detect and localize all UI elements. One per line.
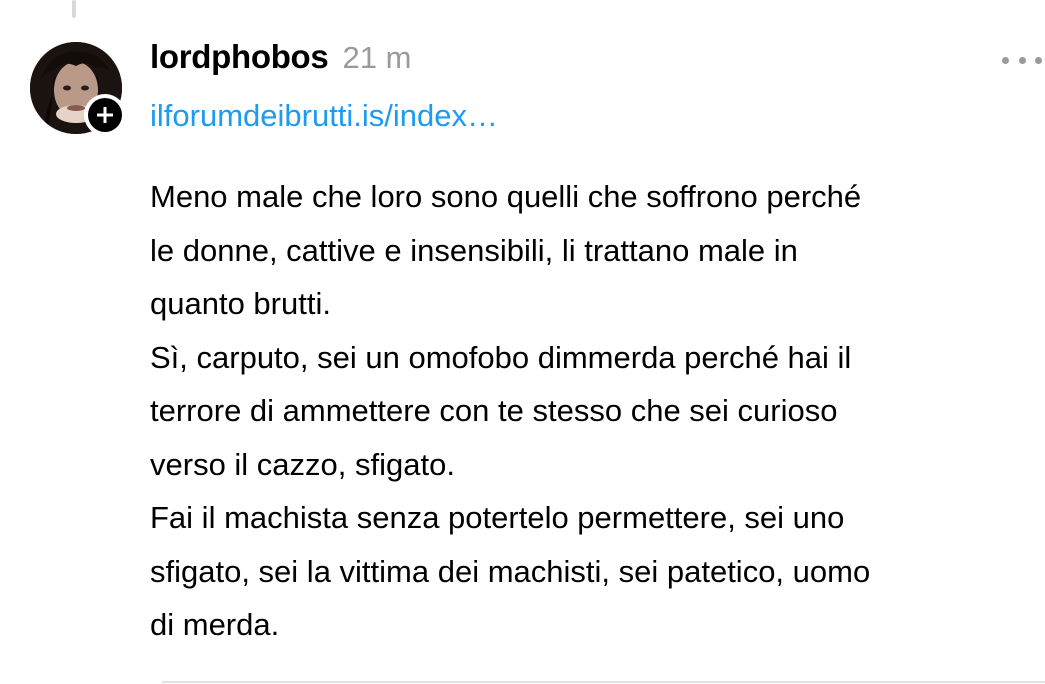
post-body-line: le donne, cattive e insensibili, li trat… — [150, 232, 798, 268]
timestamp: 21 m — [342, 40, 412, 75]
more-options-button[interactable] — [1002, 52, 1042, 68]
post-link[interactable]: ilforumdeibrutti.is/index… — [150, 98, 498, 134]
post-body-line: Meno male che loro sono quelli che soffr… — [150, 179, 862, 214]
more-horizontal-icon-dot — [1035, 56, 1042, 64]
post-body: Meno male che loro sono quelli che soffr… — [150, 170, 1040, 652]
post-body-line: verso il cazzo, sfigato. — [150, 446, 455, 482]
thread-connector-line — [72, 0, 76, 18]
post-body-line: quanto brutti. — [150, 286, 331, 321]
post-body-line: Sì, carputo, sei un omofobo dimmerda per… — [150, 339, 852, 375]
post-header: lordphobos 21 m — [150, 38, 411, 78]
plus-icon — [97, 107, 113, 123]
follow-button-circle — [88, 98, 122, 132]
post-divider — [162, 681, 1045, 683]
post-body-line: sfigato, sei la vittima dei machisti, se… — [150, 553, 871, 589]
more-horizontal-icon-dot — [1002, 56, 1009, 64]
post-body-line: di merda. — [150, 607, 280, 642]
post-body-line: terrore di ammettere con te stesso che s… — [150, 393, 838, 428]
follow-button[interactable] — [84, 94, 126, 136]
post-body-line: Fai il machista senza potertelo permette… — [150, 500, 845, 535]
more-horizontal-icon-dot — [1018, 56, 1026, 64]
username[interactable]: lordphobos — [150, 38, 329, 76]
